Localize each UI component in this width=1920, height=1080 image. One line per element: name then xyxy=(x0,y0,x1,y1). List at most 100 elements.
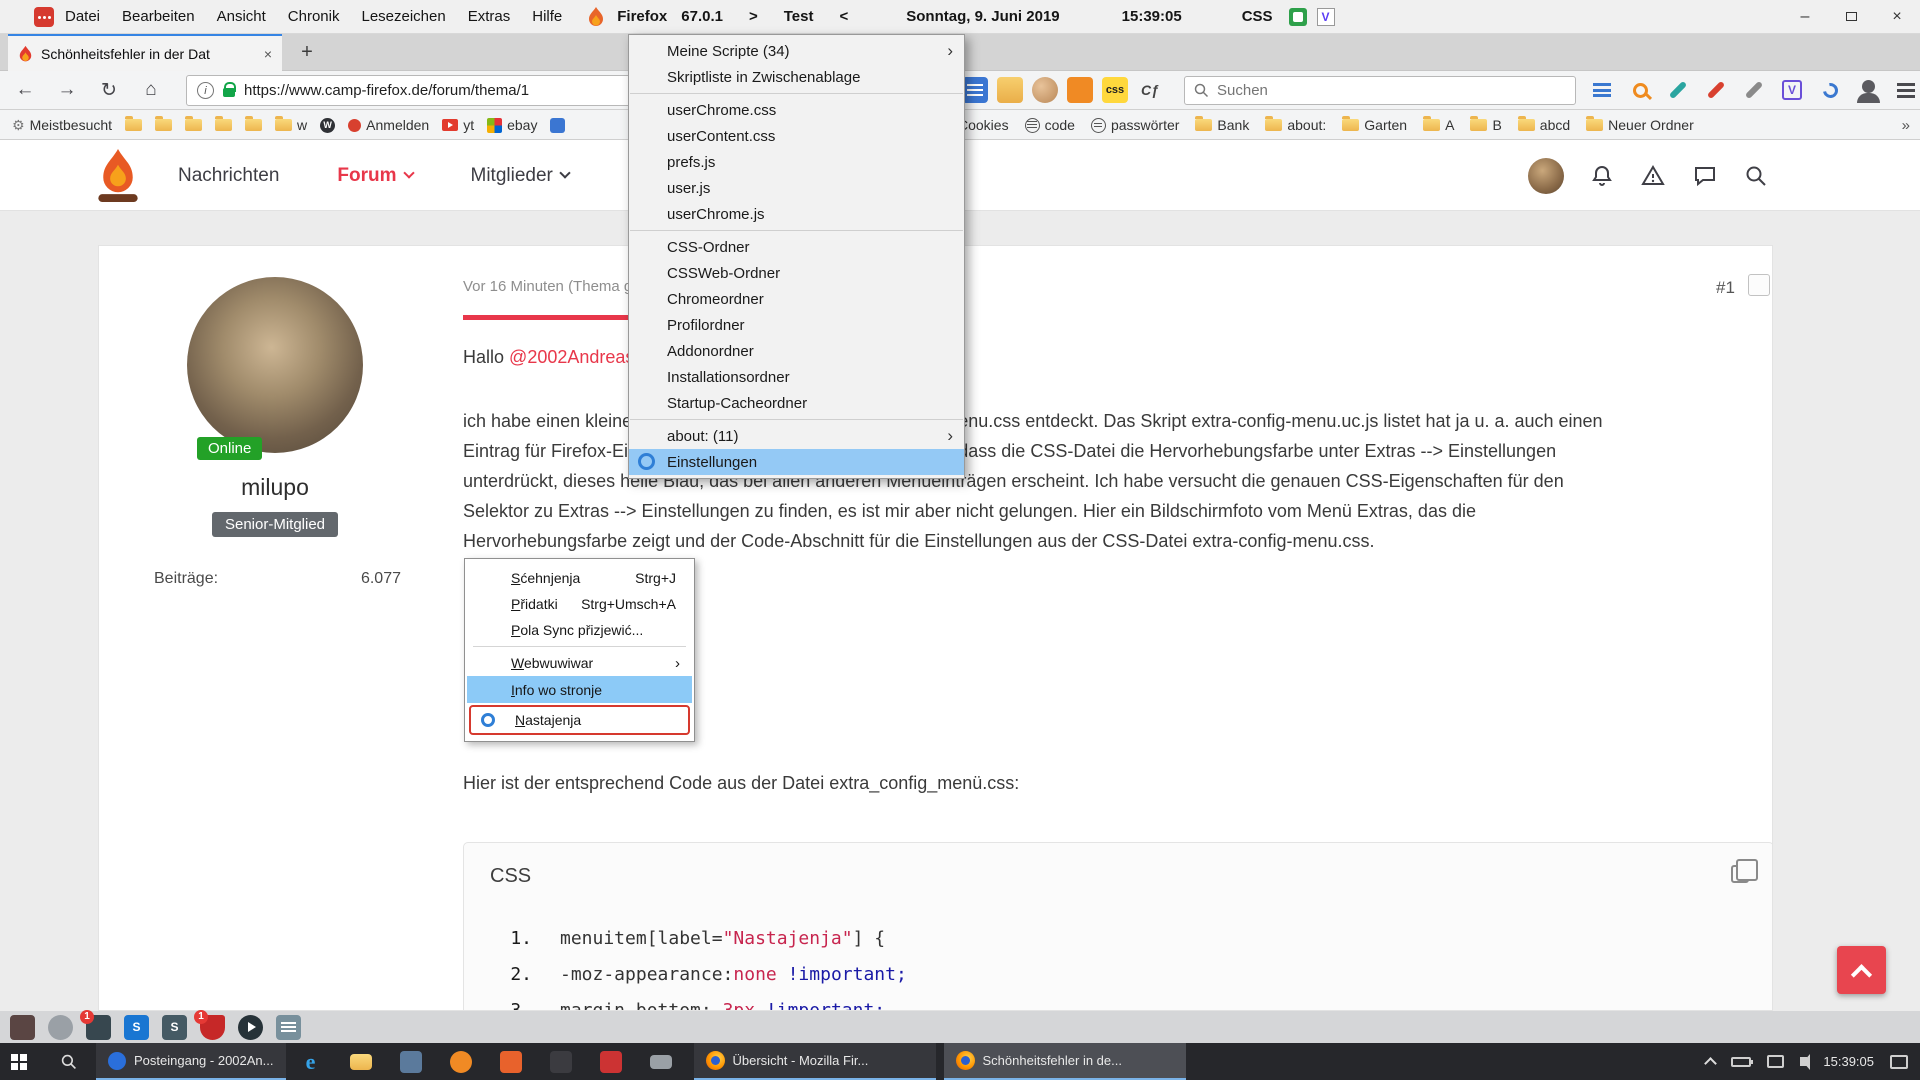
menu-item-addonordner[interactable]: Addonordner xyxy=(629,338,964,364)
tray-ghost-icon[interactable] xyxy=(48,1015,73,1040)
panel-addon-icon[interactable] xyxy=(962,77,988,103)
bookmarks-overflow-icon[interactable]: » xyxy=(1902,110,1910,140)
taskbar-app-icon-1[interactable] xyxy=(386,1043,436,1080)
menu-item-user-js[interactable]: user.js xyxy=(629,175,964,201)
start-button[interactable] xyxy=(0,1043,46,1080)
pencil-addon-icon[interactable] xyxy=(1740,76,1768,104)
bookmark-neuer-ordner[interactable]: Neuer Ordner xyxy=(1586,117,1694,133)
taskbar-app-icon-3[interactable] xyxy=(486,1043,536,1080)
bookmark-ebay[interactable]: ebay xyxy=(487,117,537,133)
battery-icon[interactable] xyxy=(1731,1057,1751,1067)
tray-s-dark-icon[interactable]: S xyxy=(162,1015,187,1040)
home-icon[interactable]: ⌂ xyxy=(130,74,172,106)
menu-item-skriptliste[interactable]: Skriptliste in Zwischenablage xyxy=(629,64,964,90)
sync-icon[interactable] xyxy=(1816,76,1844,104)
bookmark-b[interactable]: B xyxy=(1470,117,1501,133)
bookmark-meistbesucht[interactable]: ⚙Meistbesucht xyxy=(12,117,112,134)
menu-item-css-ordner[interactable]: CSS-Ordner xyxy=(629,234,964,260)
menu-item-startup-cacheordner[interactable]: Startup-Cacheordner xyxy=(629,390,964,416)
tray-app-grid-icon[interactable] xyxy=(10,1015,35,1040)
cf-addon-icon[interactable]: Cƒ xyxy=(1137,77,1163,103)
page-info-icon[interactable]: i xyxy=(197,82,214,99)
menu-item-einstellungen[interactable]: Einstellungen xyxy=(629,449,964,475)
bookmark-yt[interactable]: yt xyxy=(442,117,474,133)
moderation-warning-icon[interactable] xyxy=(1640,164,1666,188)
red-brush-addon-icon[interactable] xyxy=(1702,76,1730,104)
back-icon[interactable]: ← xyxy=(4,74,46,106)
bookmark-blue[interactable] xyxy=(550,118,565,133)
v-box-addon-icon[interactable]: V xyxy=(1778,76,1806,104)
new-tab-button[interactable]: + xyxy=(292,37,322,67)
hamburger-menu-icon[interactable] xyxy=(1892,76,1920,104)
taskbar-clock[interactable]: 15:39:05 xyxy=(1823,1054,1874,1069)
network-icon[interactable] xyxy=(1767,1055,1784,1068)
nav-forum[interactable]: Forum xyxy=(337,165,412,187)
menu-item-userchrome-js[interactable]: userChrome.js xyxy=(629,201,964,227)
nav-nachrichten[interactable]: Nachrichten xyxy=(178,165,279,187)
reload-icon[interactable]: ↻ xyxy=(88,74,130,106)
camp-firefox-logo[interactable] xyxy=(96,147,140,204)
bookmark-folder-w[interactable]: w xyxy=(275,117,307,133)
orange-addon-icon[interactable] xyxy=(1067,77,1093,103)
orange-search-addon-icon[interactable] xyxy=(1626,76,1654,104)
bookmark-folder-5[interactable] xyxy=(245,119,262,131)
menu-datei[interactable]: Datei xyxy=(54,8,111,25)
taskbar-explorer-icon[interactable] xyxy=(336,1043,386,1080)
bookmark-passwoerter[interactable]: passwörter xyxy=(1091,117,1179,133)
menu-item-cssweb-ordner[interactable]: CSSWeb-Ordner xyxy=(629,260,964,286)
folder-addon-icon[interactable] xyxy=(997,77,1023,103)
taskbar-mail-window-button[interactable]: Posteingang - 2002An... xyxy=(96,1043,286,1080)
bookmark-folder-3[interactable] xyxy=(185,119,202,131)
taskbar-search-icon[interactable] xyxy=(46,1043,92,1080)
menu-item-about[interactable]: about: (11)› xyxy=(629,423,964,449)
bookmark-anmelden[interactable]: Anmelden xyxy=(348,117,429,133)
menu-item-profilordner[interactable]: Profilordner xyxy=(629,312,964,338)
bookmark-folder-4[interactable] xyxy=(215,119,232,131)
active-tab[interactable]: Schönheitsfehler in der Dat × xyxy=(8,34,282,71)
notifications-bell-icon[interactable] xyxy=(1590,164,1614,188)
post-select-checkbox[interactable] xyxy=(1748,274,1770,296)
nav-mitglieder[interactable]: Mitglieder xyxy=(471,165,569,187)
menu-item-usercontent-css[interactable]: userContent.css xyxy=(629,123,964,149)
menu-hilfe[interactable]: Hilfe xyxy=(521,8,573,25)
tray-s-blue-icon[interactable]: S xyxy=(124,1015,149,1040)
menu-lesezeichen[interactable]: Lesezeichen xyxy=(350,8,456,25)
close-button[interactable]: × xyxy=(1874,0,1920,33)
bookmark-wp[interactable]: W xyxy=(320,118,335,133)
menu-item-prefs-js[interactable]: prefs.js xyxy=(629,149,964,175)
copy-icon[interactable] xyxy=(1731,865,1749,883)
maximize-button[interactable] xyxy=(1828,0,1874,33)
bookmark-garten[interactable]: Garten xyxy=(1342,117,1407,133)
volume-icon[interactable] xyxy=(1800,1057,1807,1066)
menu-item-installationsordner[interactable]: Installationsordner xyxy=(629,364,964,390)
taskbar-app-icon-5[interactable] xyxy=(586,1043,636,1080)
tray-mail-icon[interactable]: 1 xyxy=(86,1015,111,1040)
conversations-chat-icon[interactable] xyxy=(1692,164,1718,188)
menu-ansicht[interactable]: Ansicht xyxy=(206,8,277,25)
menu-item-userchrome-css[interactable]: userChrome.css xyxy=(629,97,964,123)
author-name[interactable]: milupo xyxy=(123,474,427,501)
list-addon-icon[interactable] xyxy=(1588,76,1616,104)
bookmark-bank[interactable]: Bank xyxy=(1195,117,1249,133)
green-addon-icon[interactable] xyxy=(1289,8,1307,26)
tray-expand-chevron-icon[interactable] xyxy=(1705,1057,1718,1070)
menu-item-meine-scripte[interactable]: Meine Scripte (34)› xyxy=(629,38,964,64)
menu-item-chromeordner[interactable]: Chromeordner xyxy=(629,286,964,312)
session-manager-icon[interactable] xyxy=(34,7,54,27)
minimize-button[interactable]: – xyxy=(1782,0,1828,33)
account-person-icon[interactable] xyxy=(1854,76,1882,104)
taskbar-firefox-window-1[interactable]: Übersicht - Mozilla Fir... xyxy=(694,1043,936,1080)
scroll-to-top-button[interactable] xyxy=(1837,946,1886,994)
search-bar[interactable] xyxy=(1184,76,1576,105)
tray-player-icon[interactable] xyxy=(238,1015,263,1040)
taskbar-app-icon-6[interactable] xyxy=(636,1043,686,1080)
menu-chronik[interactable]: Chronik xyxy=(277,8,351,25)
bookmark-folder-1[interactable] xyxy=(125,119,142,131)
taskbar-app-icon-4[interactable] xyxy=(536,1043,586,1080)
site-search-icon[interactable] xyxy=(1744,164,1768,188)
bookmark-folder-2[interactable] xyxy=(155,119,172,131)
menu-extras[interactable]: Extras xyxy=(457,8,522,25)
user-mention-link[interactable]: @2002Andreas xyxy=(509,347,634,367)
taskbar-edge-icon[interactable]: e xyxy=(286,1043,336,1080)
teal-brush-addon-icon[interactable] xyxy=(1664,76,1692,104)
